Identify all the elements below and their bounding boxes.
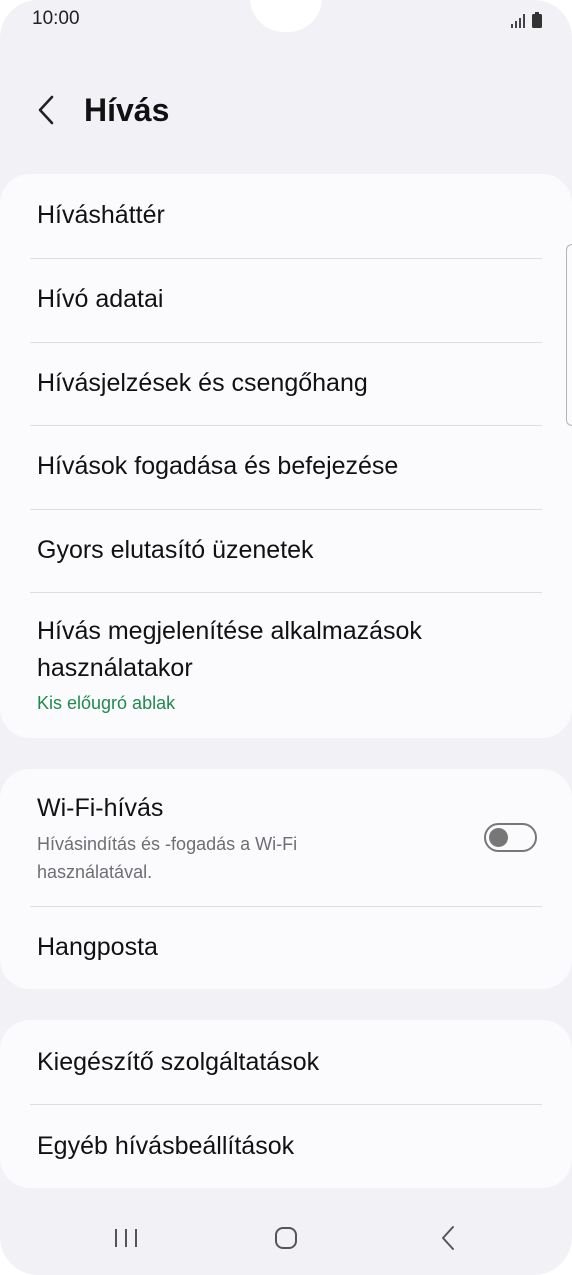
item-sublabel-line2: használatával. <box>37 862 153 882</box>
list-item-other-call-settings[interactable]: Egyéb hívásbeállítások <box>0 1104 572 1188</box>
item-label: Hívásjelzések és csengőhang <box>37 369 368 397</box>
item-label: Hangposta <box>37 933 158 961</box>
phone-screen: 10:00 Hívás Hívásháttér Hívó adatai Hívá… <box>0 0 572 1275</box>
list-item-answer-end-calls[interactable]: Hívások fogadása és befejezése <box>0 425 572 509</box>
item-label: Hívások fogadása és befejezése <box>37 452 399 480</box>
list-item-voicemail[interactable]: Hangposta <box>0 906 572 989</box>
list-item-wifi-calling[interactable]: Wi-Fi-hívás Hívásindítás és -fogadás a W… <box>0 769 572 906</box>
app-bar: Hívás <box>0 70 572 150</box>
signal-icon <box>511 14 525 28</box>
item-label: Kiegészítő szolgáltatások <box>37 1048 320 1076</box>
toggle-knob <box>489 828 508 847</box>
list-item-call-display-in-apps[interactable]: Hívás megjelenítése alkalmazások használ… <box>0 592 572 738</box>
item-label: Wi-Fi-hívás <box>37 794 164 822</box>
list-item-quick-decline-messages[interactable]: Gyors elutasító üzenetek <box>0 509 572 592</box>
item-label-line2: használatakor <box>37 654 193 682</box>
item-label: Gyors elutasító üzenetek <box>37 536 314 564</box>
wifi-calling-toggle[interactable] <box>484 823 537 852</box>
settings-group-1: Hívásháttér Hívó adatai Hívásjelzések és… <box>0 174 572 738</box>
back-icon <box>442 1226 454 1250</box>
back-button[interactable] <box>26 90 66 130</box>
chevron-left-icon <box>38 95 54 125</box>
list-item-caller-info[interactable]: Hívó adatai <box>0 258 572 342</box>
camera-notch <box>250 0 322 32</box>
page-title: Hívás <box>84 92 170 128</box>
battery-icon <box>532 12 542 28</box>
home-button[interactable] <box>256 1213 316 1263</box>
item-sublabel-line1: Hívásindítás és -fogadás a Wi-Fi <box>37 834 298 854</box>
item-sublabel: Kis előugró ablak <box>37 693 176 713</box>
navigation-bar <box>0 1195 572 1275</box>
list-item-supplementary-services[interactable]: Kiegészítő szolgáltatások <box>0 1020 572 1104</box>
item-label: Hívó adatai <box>37 285 164 313</box>
list-item-ringtone[interactable]: Hívásjelzések és csengőhang <box>0 342 572 425</box>
settings-group-3: Kiegészítő szolgáltatások Egyéb hívásbeá… <box>0 1020 572 1188</box>
recent-apps-button[interactable] <box>96 1213 156 1263</box>
item-label: Hívásháttér <box>37 201 165 229</box>
status-icons <box>511 10 542 28</box>
item-label: Egyéb hívásbeállítások <box>37 1132 295 1160</box>
nav-back-button[interactable] <box>418 1213 478 1263</box>
status-bar: 10:00 <box>0 0 572 40</box>
item-label-line1: Hívás megjelenítése alkalmazások <box>37 617 422 645</box>
list-item-call-background[interactable]: Hívásháttér <box>0 174 572 258</box>
scrollbar[interactable] <box>566 244 572 426</box>
status-time: 10:00 <box>32 8 80 29</box>
settings-group-2: Wi-Fi-hívás Hívásindítás és -fogadás a W… <box>0 769 572 989</box>
recent-apps-icon <box>115 1229 137 1247</box>
home-icon <box>275 1227 297 1249</box>
